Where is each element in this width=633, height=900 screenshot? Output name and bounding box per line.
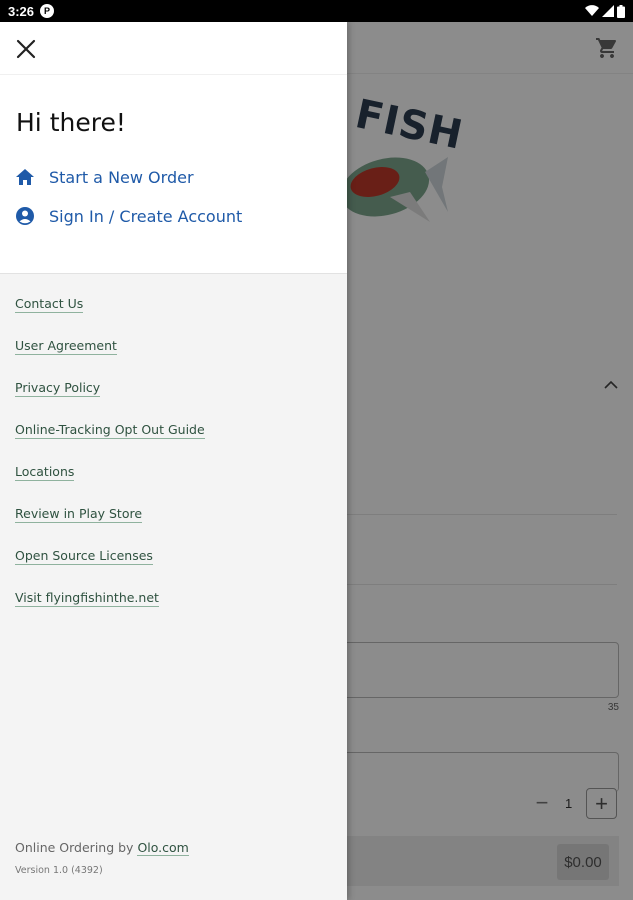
start-new-order-button[interactable]: Start a New Order bbox=[15, 167, 194, 187]
contact-us-link[interactable]: Contact Us bbox=[15, 296, 84, 313]
app-version: Version 1.0 (4392) bbox=[15, 865, 103, 876]
home-icon bbox=[15, 167, 35, 187]
sign-in-label: Sign In / Create Account bbox=[49, 206, 243, 226]
battery-icon bbox=[617, 4, 625, 18]
locations-link[interactable]: Locations bbox=[15, 464, 75, 481]
tracking-opt-out-link[interactable]: Online-Tracking Opt Out Guide bbox=[15, 422, 205, 439]
review-play-store-link[interactable]: Review in Play Store bbox=[15, 506, 143, 523]
status-icons bbox=[585, 4, 625, 18]
app-notification-icon: P bbox=[40, 4, 55, 18]
status-time: 3:26 bbox=[8, 3, 35, 19]
navigation-drawer: Hi there! Start a New Order Sign In / Cr… bbox=[0, 22, 347, 900]
account-circle-icon bbox=[15, 206, 35, 226]
sign-in-button[interactable]: Sign In / Create Account bbox=[15, 206, 242, 226]
header-divider bbox=[0, 74, 347, 75]
powered-by: Online Ordering by Olo.com bbox=[15, 840, 189, 856]
signal-icon bbox=[602, 5, 614, 17]
status-bar: 3:26 P bbox=[0, 0, 633, 22]
olo-link[interactable]: Olo.com bbox=[137, 840, 189, 856]
close-icon bbox=[16, 39, 36, 59]
drawer-links: Contact Us User Agreement Privacy Policy… bbox=[15, 296, 205, 632]
close-button[interactable] bbox=[11, 34, 41, 64]
privacy-policy-link[interactable]: Privacy Policy bbox=[15, 380, 101, 397]
drawer-header: Hi there! Start a New Order Sign In / Cr… bbox=[0, 22, 347, 274]
greeting-title: Hi there! bbox=[16, 108, 126, 137]
powered-by-label: Online Ordering by bbox=[15, 840, 134, 855]
user-agreement-link[interactable]: User Agreement bbox=[15, 338, 117, 355]
wifi-icon bbox=[585, 5, 599, 17]
start-new-order-label: Start a New Order bbox=[49, 167, 194, 187]
open-source-licenses-link[interactable]: Open Source Licenses bbox=[15, 548, 153, 565]
visit-website-link[interactable]: Visit flyingfishinthe.net bbox=[15, 590, 159, 607]
